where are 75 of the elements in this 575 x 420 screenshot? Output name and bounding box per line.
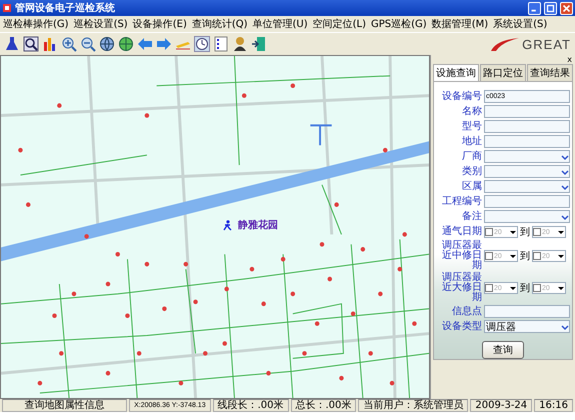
menu-item[interactable]: 巡检设置(S) [72, 17, 129, 31]
menu-item[interactable]: 系统设置(S) [492, 17, 548, 31]
range-separator: 到 [520, 226, 530, 239]
arrow-right-icon[interactable] [156, 36, 172, 52]
field-label: 通气日期 [441, 227, 482, 237]
dropdown-field[interactable] [484, 165, 570, 178]
menu-item[interactable]: 设备操作(E) [132, 17, 188, 31]
menu-item[interactable]: GPS巡检(G) [370, 17, 428, 31]
caret-icon [509, 228, 517, 236]
tab[interactable]: 查询结果 [527, 64, 573, 81]
menu-item[interactable]: 单位管理(U) [252, 17, 309, 31]
field-label: 类别 [461, 166, 482, 176]
dropdown-field[interactable] [484, 210, 570, 223]
field-label: 名称 [461, 106, 482, 116]
caret-icon [557, 284, 565, 292]
window-title: 管网设备电子巡检系统 [15, 2, 116, 15]
maximize-icon[interactable] [544, 2, 557, 14]
exit-icon[interactable] [251, 36, 267, 52]
panel-close-button[interactable]: x [567, 55, 575, 64]
globe-icon[interactable] [118, 36, 134, 52]
query-button[interactable]: 查询 [482, 341, 524, 359]
caret-icon [509, 252, 517, 260]
caret-icon [557, 252, 565, 260]
place-label: 静雅花园 [238, 218, 278, 232]
flask-icon[interactable] [4, 36, 20, 52]
swoosh-icon [490, 36, 520, 52]
dropdown-field[interactable] [484, 150, 570, 163]
field-label: 工程编号 [441, 196, 482, 206]
caret-icon [561, 322, 569, 330]
range-separator: 到 [520, 282, 530, 295]
tab[interactable]: 设施查询 [433, 64, 479, 81]
range-separator: 到 [520, 250, 530, 263]
walker-icon [223, 220, 232, 230]
text-field[interactable] [484, 105, 570, 118]
field-label: 厂商 [461, 152, 482, 162]
field-label: 调压器最近大修日期 [441, 273, 482, 303]
status-text: 总长：.00米 [290, 399, 356, 412]
list-icon[interactable] [213, 36, 229, 52]
dropdown-field[interactable]: 调压器 [484, 320, 570, 333]
close-icon[interactable] [560, 2, 573, 14]
zoom-out-icon[interactable] [80, 36, 96, 52]
clock-icon[interactable] [194, 36, 210, 52]
bar-chart-icon[interactable] [42, 36, 58, 52]
text-field[interactable] [484, 135, 570, 148]
field-label: 备注 [461, 212, 482, 222]
status-text: 16:16 [534, 399, 573, 412]
text-field[interactable] [484, 120, 570, 133]
zoom-in-icon[interactable] [61, 36, 77, 52]
menu-item[interactable]: 查询统计(Q) [190, 17, 249, 31]
field-label: 信息点 [451, 306, 482, 316]
field-label: 设备类型 [441, 322, 482, 332]
globe-icon[interactable] [99, 36, 115, 52]
app-icon [2, 3, 12, 13]
status-text: 2009-3-24 [470, 399, 532, 412]
arrow-left-icon[interactable] [137, 36, 153, 52]
minimize-icon[interactable] [528, 2, 541, 14]
status-text: 当前用户：系统管理员 [358, 399, 468, 412]
text-field[interactable] [484, 195, 570, 208]
field-label: 调压器最近中修日期 [441, 241, 482, 271]
magnifier-icon[interactable] [23, 36, 39, 52]
tab[interactable]: 路口定位 [480, 64, 526, 81]
person-icon[interactable] [232, 36, 248, 52]
caret-icon [509, 284, 517, 292]
field-label: 区属 [461, 182, 482, 192]
dropdown-field[interactable] [484, 180, 570, 193]
menu-item[interactable]: 数据管理(M) [430, 17, 490, 31]
menu-item[interactable]: 空间定位(L) [312, 17, 368, 31]
field-label: 地址 [461, 136, 482, 146]
text-field[interactable] [484, 305, 570, 318]
field-label: 型号 [461, 122, 482, 132]
status-text: 线段长：.00米 [212, 399, 288, 412]
status-text: 查询地图属性信息 [2, 399, 128, 412]
menu-item[interactable]: 巡检棒操作(G) [2, 17, 70, 31]
field-label: 设备编号 [441, 92, 482, 102]
logo-text: GREAT [522, 36, 571, 52]
